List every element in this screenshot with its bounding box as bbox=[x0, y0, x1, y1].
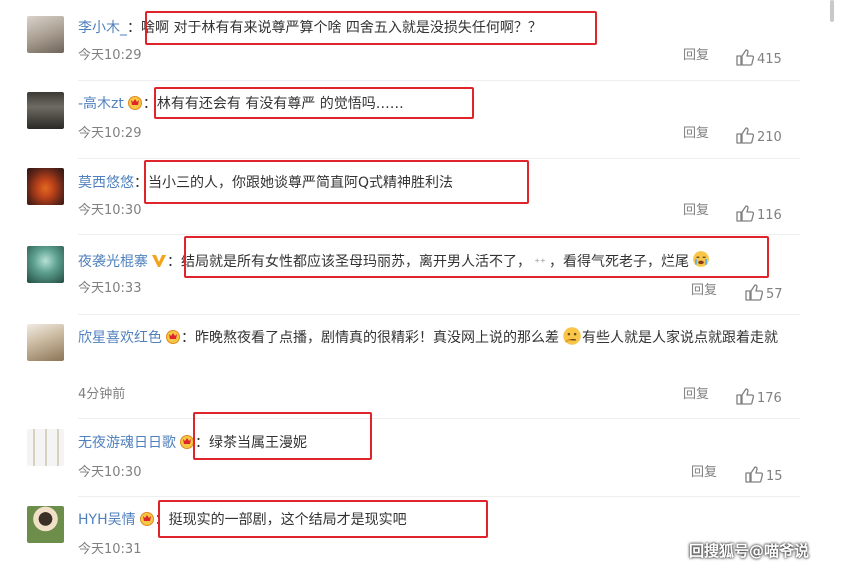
timestamp: 4分钟前 bbox=[78, 387, 126, 402]
username[interactable]: HYH吴情 bbox=[78, 512, 136, 528]
comment-text: 昨晚熬夜看了点播，剧情真的很精彩！真没网上说的那么差 bbox=[195, 330, 559, 346]
avatar[interactable] bbox=[27, 168, 64, 205]
comment-text: 啥啊 对于林有有来说尊严算个啥 四舍五入就是没损失任何啊？？ bbox=[141, 20, 542, 36]
crown-badge-icon bbox=[127, 96, 142, 110]
reply-button[interactable]: 回复 bbox=[683, 202, 709, 220]
like-button[interactable]: 210 bbox=[736, 127, 782, 147]
like-count: 15 bbox=[766, 469, 783, 484]
like-button[interactable]: 415 bbox=[736, 49, 782, 69]
thumbs-up-icon bbox=[745, 284, 764, 301]
divider bbox=[78, 234, 800, 235]
reply-button[interactable]: 回复 bbox=[691, 464, 717, 482]
thumbs-up-icon bbox=[736, 205, 755, 222]
thumbs-up-icon bbox=[745, 466, 764, 483]
emoji-sweat-icon: ⁺⁺ bbox=[534, 256, 546, 269]
comment-text: 当小三的人，你跟她谈尊严简直阿Q式精神胜利法 bbox=[148, 175, 454, 191]
watermark: 回搜狐号@喵爷说 bbox=[689, 542, 810, 560]
crying-face-icon bbox=[693, 251, 709, 267]
username[interactable]: 无夜游魂日日歌 bbox=[78, 435, 176, 451]
crown-badge-icon bbox=[180, 435, 194, 449]
avatar[interactable] bbox=[27, 246, 64, 283]
avatar[interactable] bbox=[27, 92, 64, 129]
timestamp: 今天10:30 bbox=[78, 465, 142, 480]
reply-button[interactable]: 回复 bbox=[683, 386, 709, 404]
timestamp: 今天10:29 bbox=[78, 126, 142, 141]
timestamp: 今天10:29 bbox=[78, 48, 142, 63]
like-button[interactable]: 15 bbox=[745, 466, 783, 486]
like-count: 210 bbox=[757, 130, 782, 145]
username[interactable]: 莫西悠悠 bbox=[78, 175, 134, 191]
thumbs-up-icon bbox=[736, 388, 755, 405]
thumbs-up-icon bbox=[736, 127, 755, 144]
like-count: 57 bbox=[766, 287, 783, 302]
avatar[interactable] bbox=[27, 506, 64, 543]
crown-badge-icon bbox=[139, 512, 154, 526]
avatar[interactable] bbox=[27, 324, 64, 361]
username[interactable]: 李小木_ bbox=[78, 20, 127, 36]
reply-button[interactable]: 回复 bbox=[691, 282, 717, 300]
reply-button[interactable]: 回复 bbox=[683, 47, 709, 65]
scrollbar-thumb[interactable] bbox=[830, 0, 834, 22]
divider bbox=[78, 418, 800, 419]
like-button[interactable]: 116 bbox=[736, 205, 782, 225]
thumbs-up-icon bbox=[736, 49, 755, 66]
avatar[interactable] bbox=[27, 429, 64, 466]
like-count: 116 bbox=[757, 208, 782, 223]
username[interactable]: 欣星喜欢红色 bbox=[78, 330, 162, 346]
username[interactable]: 夜袭光棍寨 bbox=[78, 254, 148, 270]
username[interactable]: -高木zt bbox=[78, 96, 124, 112]
divider bbox=[78, 80, 800, 81]
comment-text: 绿茶当属王漫妮 bbox=[209, 435, 307, 451]
comment-text-continued: 有些人就是人家说点就跟着走就 bbox=[582, 330, 778, 346]
reply-button[interactable]: 回复 bbox=[683, 125, 709, 143]
verified-v-icon bbox=[152, 255, 166, 267]
comment-text: 林有有还会有 有没有尊严 的觉悟吗…… bbox=[156, 96, 404, 112]
comment-text: 结局就是所有女性都应该圣母玛丽苏，离开男人活不了， bbox=[181, 254, 531, 270]
avatar[interactable] bbox=[27, 16, 64, 53]
timestamp: 今天10:31 bbox=[78, 542, 142, 557]
like-count: 176 bbox=[757, 391, 782, 406]
like-count: 415 bbox=[757, 52, 782, 67]
divider bbox=[78, 314, 800, 315]
comment-text-continued: ，看得气死老子，烂尾 bbox=[549, 254, 689, 270]
like-button[interactable]: 176 bbox=[736, 388, 782, 408]
crown-badge-icon bbox=[166, 330, 180, 344]
thinking-face-icon bbox=[563, 327, 581, 345]
divider bbox=[78, 496, 800, 497]
comment-text: 挺现实的一部剧，这个结局才是现实吧 bbox=[168, 512, 407, 528]
divider bbox=[78, 158, 800, 159]
like-button[interactable]: 57 bbox=[745, 284, 783, 304]
timestamp: 今天10:30 bbox=[78, 203, 142, 218]
timestamp: 今天10:33 bbox=[78, 281, 142, 296]
